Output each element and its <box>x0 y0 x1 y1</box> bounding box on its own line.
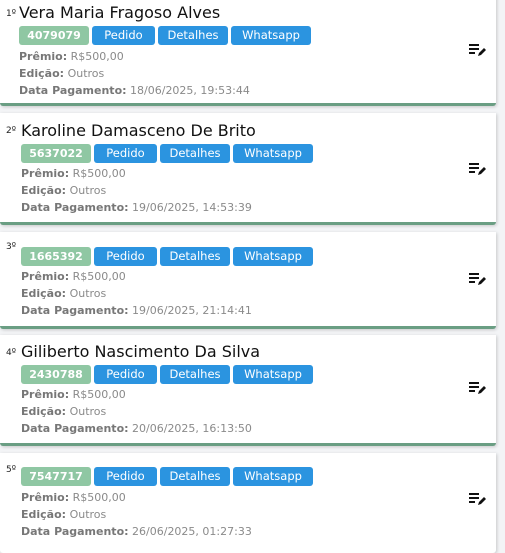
edition-value: Outros <box>69 508 107 521</box>
action-buttons: 7547717 Pedido Detalhes Whatsapp <box>21 467 313 486</box>
detalhes-button[interactable]: Detalhes <box>160 247 230 266</box>
whatsapp-button[interactable]: Whatsapp <box>233 365 313 384</box>
edition-value: Outros <box>69 287 107 300</box>
edition-label: Edição: <box>21 405 67 418</box>
detalhes-button[interactable]: Detalhes <box>158 26 228 45</box>
detalhes-button[interactable]: Detalhes <box>160 467 230 486</box>
winner-card: 4º Giliberto Nascimento Da Silva 2430788… <box>0 335 496 446</box>
winner-name: Vera Maria Fragoso Alves <box>19 3 221 22</box>
edition-row: Edição: Outros <box>21 506 106 523</box>
edit-list-icon[interactable] <box>469 271 487 287</box>
whatsapp-button[interactable]: Whatsapp <box>231 26 311 45</box>
edition-label: Edição: <box>21 508 67 521</box>
action-buttons: 5637022 Pedido Detalhes Whatsapp <box>21 144 313 163</box>
action-buttons: 4079079 Pedido Detalhes Whatsapp <box>19 26 311 45</box>
edition-label: Edição: <box>19 67 65 80</box>
prize-row: Prêmio: R$500,00 <box>21 386 126 403</box>
rank-label: 2º <box>6 126 16 136</box>
pedido-button[interactable]: Pedido <box>94 365 157 384</box>
payment-date-row: Data Pagamento: 19/06/2025, 21:14:41 <box>21 302 252 319</box>
payment-date-value: 19/06/2025, 21:14:41 <box>132 304 252 317</box>
edit-list-icon[interactable] <box>469 42 487 58</box>
ticket-code-badge[interactable]: 1665392 <box>21 247 91 266</box>
payment-date-row: Data Pagamento: 18/06/2025, 19:53:44 <box>19 82 250 99</box>
ticket-code-badge[interactable]: 2430788 <box>21 365 91 384</box>
action-buttons: 2430788 Pedido Detalhes Whatsapp <box>21 365 313 384</box>
winner-card: 1º Vera Maria Fragoso Alves 4079079 Pedi… <box>0 0 496 106</box>
payment-date-value: 18/06/2025, 19:53:44 <box>130 84 250 97</box>
edition-value: Outros <box>69 405 107 418</box>
pedido-button[interactable]: Pedido <box>92 26 155 45</box>
winner-card: 2º Karoline Damasceno De Brito 5637022 P… <box>0 113 496 225</box>
prize-label: Prêmio: <box>21 270 70 283</box>
payment-date-label: Data Pagamento: <box>19 84 127 97</box>
prize-row: Prêmio: R$500,00 <box>21 165 126 182</box>
edition-row: Edição: Outros <box>21 403 106 420</box>
prize-value: R$500,00 <box>70 50 124 63</box>
rank-label: 1º <box>6 9 16 19</box>
ticket-code-badge[interactable]: 4079079 <box>19 26 89 45</box>
winner-card: 5º 7547717 Pedido Detalhes Whatsapp Prêm… <box>0 453 496 553</box>
pedido-button[interactable]: Pedido <box>94 247 157 266</box>
payment-date-value: 26/06/2025, 01:27:33 <box>132 525 252 538</box>
payment-date-row: Data Pagamento: 20/06/2025, 16:13:50 <box>21 420 252 437</box>
edition-label: Edição: <box>21 287 67 300</box>
edit-list-icon[interactable] <box>469 491 487 507</box>
prize-label: Prêmio: <box>21 491 70 504</box>
prize-label: Prêmio: <box>21 167 70 180</box>
winner-name: Karoline Damasceno De Brito <box>21 121 256 140</box>
action-buttons: 1665392 Pedido Detalhes Whatsapp <box>21 247 313 266</box>
payment-date-label: Data Pagamento: <box>21 201 129 214</box>
detalhes-button[interactable]: Detalhes <box>160 144 230 163</box>
prize-value: R$500,00 <box>72 270 126 283</box>
payment-date-label: Data Pagamento: <box>21 422 129 435</box>
rank-label: 3º <box>6 242 16 252</box>
payment-date-value: 19/06/2025, 14:53:39 <box>132 201 252 214</box>
winner-name: Giliberto Nascimento Da Silva <box>21 342 261 361</box>
whatsapp-button[interactable]: Whatsapp <box>233 144 313 163</box>
prize-label: Prêmio: <box>21 388 70 401</box>
payment-date-label: Data Pagamento: <box>21 525 129 538</box>
edition-value: Outros <box>67 67 105 80</box>
prize-value: R$500,00 <box>72 167 126 180</box>
edition-row: Edição: Outros <box>19 65 104 82</box>
edition-row: Edição: Outros <box>21 182 106 199</box>
whatsapp-button[interactable]: Whatsapp <box>233 467 313 486</box>
prize-label: Prêmio: <box>19 50 68 63</box>
edit-list-icon[interactable] <box>469 161 487 177</box>
payment-date-row: Data Pagamento: 19/06/2025, 14:53:39 <box>21 199 252 216</box>
payment-date-label: Data Pagamento: <box>21 304 129 317</box>
prize-row: Prêmio: R$500,00 <box>19 48 124 65</box>
ticket-code-badge[interactable]: 7547717 <box>21 467 91 486</box>
prize-row: Prêmio: R$500,00 <box>21 489 126 506</box>
payment-date-row: Data Pagamento: 26/06/2025, 01:27:33 <box>21 523 252 540</box>
edition-label: Edição: <box>21 184 67 197</box>
rank-label: 5º <box>6 465 16 475</box>
ticket-code-badge[interactable]: 5637022 <box>21 144 91 163</box>
prize-value: R$500,00 <box>72 491 126 504</box>
rank-label: 4º <box>6 348 16 358</box>
edit-list-icon[interactable] <box>469 380 487 396</box>
pedido-button[interactable]: Pedido <box>94 144 157 163</box>
detalhes-button[interactable]: Detalhes <box>160 365 230 384</box>
prize-row: Prêmio: R$500,00 <box>21 268 126 285</box>
edition-row: Edição: Outros <box>21 285 106 302</box>
winner-card: 3º 1665392 Pedido Detalhes Whatsapp Prêm… <box>0 232 496 329</box>
payment-date-value: 20/06/2025, 16:13:50 <box>132 422 252 435</box>
whatsapp-button[interactable]: Whatsapp <box>233 247 313 266</box>
prize-value: R$500,00 <box>72 388 126 401</box>
pedido-button[interactable]: Pedido <box>94 467 157 486</box>
edition-value: Outros <box>69 184 107 197</box>
